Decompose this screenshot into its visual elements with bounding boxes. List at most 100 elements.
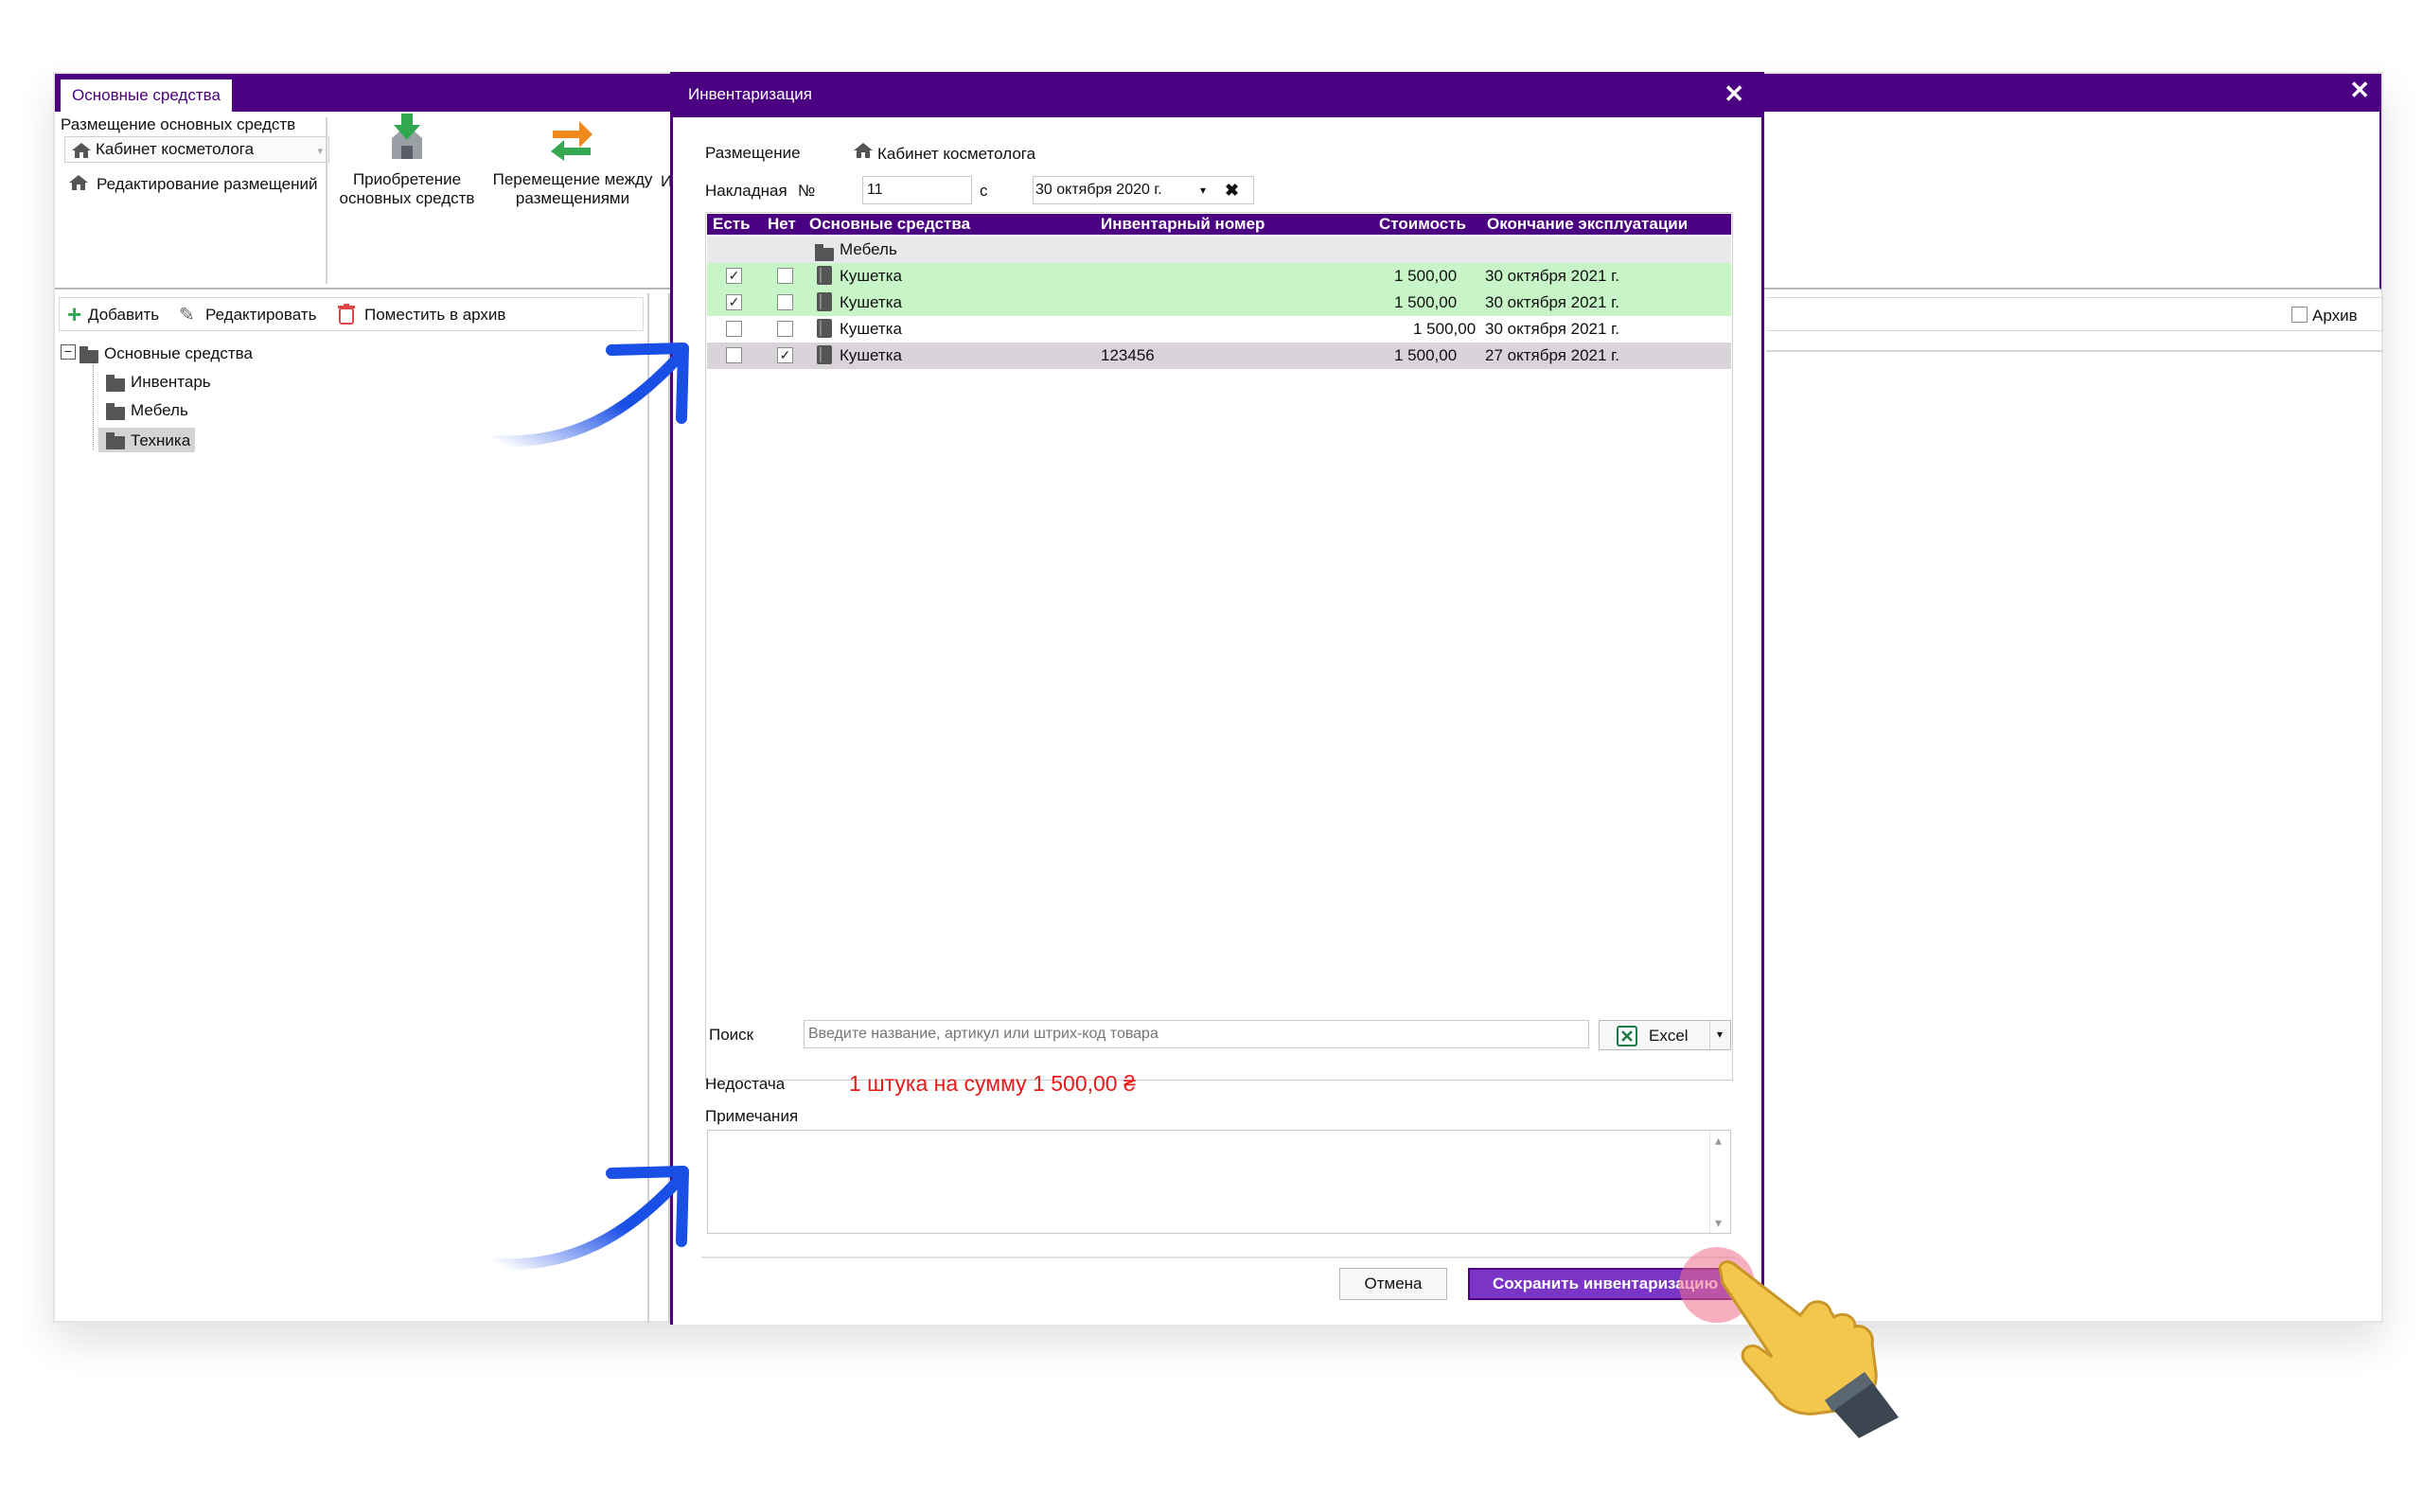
cancel-button[interactable]: Отмена [1339,1268,1447,1300]
grid-header: Есть Нет Основные средства Инвентарный н… [707,214,1731,235]
acquisition-button[interactable]: Приобретение основных средств [331,114,483,218]
chevron-down-icon: ▾ [317,146,323,157]
scroll-down-icon[interactable]: ▾ [1715,1215,1722,1231]
asset-name: Кушетка [840,320,902,338]
dialog-titlebar: Инвентаризация ✕ [673,72,1761,117]
book-icon [817,345,832,364]
placement-label: Размещение [705,144,801,162]
split-separator [1709,1021,1710,1049]
tree-node-label: Техника [131,431,191,449]
table-row[interactable]: ✓ Кушетка 1 500,00 30 октября 2021 г. [707,290,1731,316]
placement-value: Кабинет косметолога [877,145,1036,163]
add-label: Добавить [88,306,160,324]
col-cost[interactable]: Стоимость [1379,215,1466,234]
assets-list-panel: Архив [1766,293,2383,1323]
absent-checkbox[interactable] [777,321,793,337]
tab-fixed-assets[interactable]: Основные средства [61,79,232,112]
placement-combo[interactable]: Кабинет косметолога ▾ [64,136,329,163]
tree-collapse-toggle[interactable]: − [61,344,76,360]
add-button[interactable]: + Добавить [65,302,179,326]
search-label: Поиск [709,1026,754,1044]
cost: 1 500,00 [1394,267,1458,285]
home-icon [69,175,88,190]
assets-grid-header [1766,333,2383,352]
dialog-close-icon[interactable]: ✕ [1724,79,1744,109]
tree-node-inventory[interactable]: Инвентарь [98,371,250,394]
asset-name: Кушетка [840,267,902,285]
edit-label: Редактировать [205,306,317,324]
main-close-icon[interactable]: ✕ [2349,76,2370,105]
archive-label: Поместить в архив [364,306,506,324]
present-checkbox[interactable] [726,347,742,363]
folder-icon [80,345,98,363]
book-icon [817,292,832,311]
archive-button[interactable]: Поместить в архив [338,302,527,326]
col-asset[interactable]: Основные средства [809,215,970,234]
book-icon [817,319,832,338]
scroll-up-icon[interactable]: ▴ [1715,1133,1722,1149]
edit-button[interactable]: ✎ Редактировать [179,302,330,326]
dialog-title: Инвентаризация [688,85,812,103]
date-picker[interactable]: 30 октября 2020 г. ▾ ✖ [1033,176,1254,204]
excel-label: Excel [1649,1027,1689,1045]
tree-node-label: Мебель [131,401,188,419]
group-row[interactable]: Мебель [707,237,1731,263]
tree-node-furniture[interactable]: Мебель [98,399,250,422]
tree-toolbar: + Добавить ✎ Редактировать Поместить в а… [59,297,644,331]
table-row[interactable]: Кушетка 1 500,00 30 октября 2021 г. [707,316,1731,343]
col-end-date[interactable]: Окончание эксплуатации [1487,215,1688,234]
present-checkbox[interactable]: ✓ [726,268,742,284]
invoice-number-input[interactable]: 11 [862,176,972,204]
trash-icon [338,304,355,325]
absent-checkbox[interactable]: ✓ [777,347,793,363]
folder-icon [106,374,125,392]
clear-date-icon[interactable]: ✖ [1225,177,1239,203]
archive-checkbox[interactable]: Архив [2291,303,2377,327]
acquisition-label-2: основных средств [339,189,475,207]
chevron-down-icon[interactable]: ▾ [1200,177,1206,203]
placement-combo-value: Кабинет косметолога [96,140,255,158]
col-inventory-number[interactable]: Инвентарный номер [1101,215,1265,234]
excel-icon [1617,1026,1637,1046]
group-label: Мебель [840,240,897,258]
pointing-hand-icon [1718,1260,1899,1438]
col-absent[interactable]: Нет [768,215,796,234]
book-icon [817,266,832,285]
archive-checkbox-box[interactable] [2291,307,2308,323]
placement-group-label: Размещение основных средств [61,115,296,133]
tree-node-root-label: Основные средства [104,344,253,362]
absent-checkbox[interactable] [777,268,793,284]
annotation-arrow-icon [492,1166,689,1271]
invoice-label: Накладная [705,182,787,200]
chevron-down-icon[interactable]: ▾ [1717,1028,1723,1041]
swap-arrows-icon [551,121,592,161]
table-row[interactable]: ✓ Кушетка 1 500,00 30 октября 2021 г. [707,263,1731,290]
present-checkbox[interactable] [726,321,742,337]
col-present[interactable]: Есть [713,215,751,234]
cost: 1 500,00 [1394,346,1458,364]
present-checkbox[interactable]: ✓ [726,294,742,310]
folder-icon [815,243,834,261]
transfer-button[interactable]: Перемещение между размещениями [483,114,663,218]
cost: 1 500,00 [1394,293,1458,311]
assets-toolbar: Архив [1766,297,2383,331]
excel-button[interactable]: Excel ▾ [1599,1020,1731,1050]
date-value: 30 октября 2020 г. [1035,182,1162,198]
from-label: с [980,182,988,200]
edit-placements-label: Редактирование размещений [97,175,318,193]
asset-name: Кушетка [840,293,902,311]
pencil-icon: ✎ [179,305,195,325]
notes-scrollbar[interactable]: ▴ ▾ [1709,1131,1730,1233]
table-row[interactable]: ✓ Кушетка 123456 1 500,00 27 октября 202… [707,343,1731,369]
tree-node-root[interactable]: Основные средства [80,343,307,365]
search-input[interactable] [804,1020,1589,1048]
absent-checkbox[interactable] [777,294,793,310]
transfer-label-2: размещениями [515,189,630,207]
footer-divider [701,1257,1735,1258]
notes-textarea[interactable]: ▴ ▾ [707,1130,1731,1234]
ribbon-separator [326,117,327,284]
cost: 1 500,00 [1413,320,1477,338]
tree-node-equipment[interactable]: Техника [98,428,195,452]
folder-icon [106,402,125,420]
asset-name: Кушетка [840,346,902,364]
